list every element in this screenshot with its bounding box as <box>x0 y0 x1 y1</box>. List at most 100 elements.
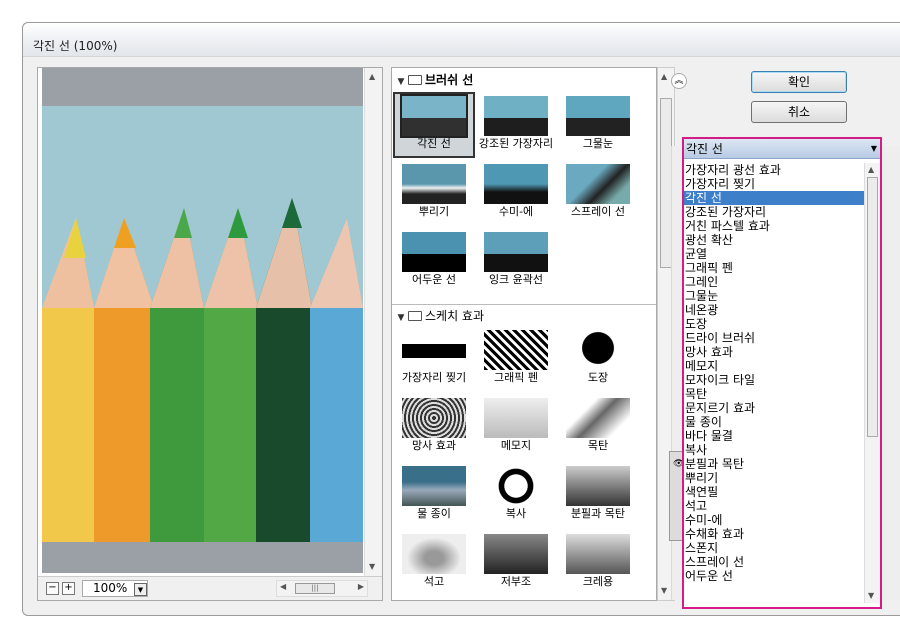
filter-gallery-window: 각진 선 (100%) ▲ ▼ − + 100% ▼ ◀ ||| ▶ ▼ 브러쉬… <box>22 22 900 616</box>
thumbnail-image <box>566 466 630 506</box>
thumbnail-image <box>566 164 630 204</box>
thumbnail-image <box>484 330 548 370</box>
filter-option[interactable]: 가장자리 찢기 <box>684 177 864 191</box>
filter-option[interactable]: 바다 물결 <box>684 429 864 443</box>
ok-button[interactable]: 확인 <box>751 71 847 93</box>
thumb-charcoal[interactable]: 목탄 <box>557 398 639 452</box>
thumb-dark-strokes[interactable]: 어두운 선 <box>393 232 475 286</box>
filter-option[interactable]: 네온광 <box>684 303 864 317</box>
filter-select[interactable]: 각진 선 ▼ <box>684 139 880 159</box>
scroll-down-icon[interactable]: ▼ <box>868 591 874 600</box>
thumb-halftone[interactable]: 망사 효과 <box>393 398 475 452</box>
category-header-brush[interactable]: ▼ 브러쉬 선 <box>394 70 654 90</box>
filter-option[interactable]: 물 종이 <box>684 415 864 429</box>
scroll-right-icon[interactable]: ▶ <box>358 582 364 591</box>
filter-option[interactable]: 망사 효과 <box>684 345 864 359</box>
thumb-sprayed-strokes[interactable]: 스프레이 선 <box>557 164 639 218</box>
title-bar: 각진 선 (100%) <box>23 23 900 57</box>
scroll-down-icon[interactable]: ▼ <box>661 586 667 595</box>
filter-option[interactable]: 석고 <box>684 499 864 513</box>
scroll-up-icon[interactable]: ▲ <box>661 72 667 81</box>
cancel-button[interactable]: 취소 <box>751 101 847 123</box>
filter-list-scrollbar[interactable]: ▲ ▼ <box>864 163 880 603</box>
preview-vertical-scrollbar[interactable]: ▲ ▼ <box>364 68 382 576</box>
thumb-label: 강조된 가장자리 <box>478 137 554 150</box>
filter-option[interactable]: 광선 확산 <box>684 233 864 247</box>
filter-option[interactable]: 문지르기 효과 <box>684 401 864 415</box>
thumbnail-image <box>402 330 466 370</box>
thumb-bas-relief[interactable]: 저부조 <box>475 534 557 588</box>
scroll-left-icon[interactable]: ◀ <box>280 582 286 591</box>
thumb-label: 스프레이 선 <box>570 205 626 218</box>
filter-option[interactable]: 그래픽 펜 <box>684 261 864 275</box>
thumb-conte-crayon[interactable]: 크레용 <box>557 534 639 588</box>
thumbnail-image <box>566 330 630 370</box>
scroll-up-icon[interactable]: ▲ <box>369 72 375 81</box>
thumbnail-image <box>402 232 466 272</box>
chevron-down-icon[interactable]: ▼ <box>871 139 877 159</box>
horizontal-scroll-thumb[interactable]: ||| <box>295 583 335 594</box>
filter-list-scroll-thumb[interactable] <box>867 177 878 437</box>
filter-option[interactable]: 복사 <box>684 443 864 457</box>
thumb-angled-strokes[interactable]: 각진 선 <box>393 94 475 150</box>
filter-option[interactable]: 수채화 효과 <box>684 527 864 541</box>
thumb-accented-edges[interactable]: 강조된 가장자리 <box>475 96 557 150</box>
thumb-label: 가장자리 찢기 <box>401 371 467 384</box>
thumb-label: 크레용 <box>582 575 614 588</box>
filter-option[interactable]: 도장 <box>684 317 864 331</box>
thumb-crosshatch[interactable]: 그물눈 <box>557 96 639 150</box>
filter-option[interactable]: 스프레이 선 <box>684 555 864 569</box>
filter-option[interactable]: 거친 파스텔 효과 <box>684 219 864 233</box>
thumb-note-paper[interactable]: 메모지 <box>475 398 557 452</box>
zoom-dropdown-button[interactable]: ▼ <box>134 583 147 596</box>
filter-option[interactable]: 드라이 브러쉬 <box>684 331 864 345</box>
thumb-photocopy[interactable]: 복사 <box>475 466 557 520</box>
filter-option[interactable]: 분필과 목탄 <box>684 457 864 471</box>
preview-image[interactable] <box>42 68 363 573</box>
category-label: 브러쉬 선 <box>425 73 474 87</box>
filter-option[interactable]: 스폰지 <box>684 541 864 555</box>
filter-option[interactable]: 그레인 <box>684 275 864 289</box>
filter-option[interactable]: 그물눈 <box>684 289 864 303</box>
expand-triangle-icon[interactable]: ▼ <box>394 308 408 328</box>
filter-option[interactable]: 각진 선 <box>684 191 864 205</box>
filter-option[interactable]: 균열 <box>684 247 864 261</box>
filter-option[interactable]: 모자이크 타일 <box>684 373 864 387</box>
scroll-down-icon[interactable]: ▼ <box>369 562 375 571</box>
thumb-plaster[interactable]: 석고 <box>393 534 475 588</box>
filter-option[interactable]: 메모지 <box>684 359 864 373</box>
collapse-gallery-icon[interactable]: ︽ <box>671 73 687 89</box>
thumb-stamp[interactable]: 도장 <box>557 330 639 384</box>
filter-option[interactable]: 강조된 가장자리 <box>684 205 864 219</box>
filter-option[interactable]: 수미-에 <box>684 513 864 527</box>
folder-icon <box>408 75 422 85</box>
thumbnail-image <box>484 534 548 574</box>
thumb-water-paper[interactable]: 물 종이 <box>393 466 475 520</box>
thumb-label: 물 종이 <box>417 507 451 520</box>
filter-option[interactable]: 목탄 <box>684 387 864 401</box>
thumb-torn-edges[interactable]: 가장자리 찢기 <box>393 330 475 384</box>
window-title: 각진 선 (100%) <box>33 39 118 53</box>
thumb-ink-outlines[interactable]: 잉크 윤곽선 <box>475 232 557 286</box>
scroll-up-icon[interactable]: ▲ <box>868 165 874 174</box>
zoom-out-button[interactable]: − <box>46 582 59 595</box>
thumbnail-image <box>566 534 630 574</box>
thumb-label: 그래픽 펜 <box>494 371 538 384</box>
thumb-graphic-pen[interactable]: 그래픽 펜 <box>475 330 557 384</box>
thumb-label: 각진 선 <box>417 137 451 150</box>
thumbnail-image <box>566 96 630 136</box>
zoom-in-button[interactable]: + <box>62 582 75 595</box>
thumb-spatter[interactable]: 뿌리기 <box>393 164 475 218</box>
filter-option[interactable]: 뿌리기 <box>684 471 864 485</box>
preview-horizontal-scrollbar[interactable]: ◀ ||| ▶ <box>276 580 368 597</box>
filter-option[interactable]: 가장자리 광선 효과 <box>684 163 864 177</box>
thumb-chalk-charcoal[interactable]: 분필과 목탄 <box>557 466 639 520</box>
filter-option[interactable]: 색연필 <box>684 485 864 499</box>
thumb-sumi-e[interactable]: 수미-에 <box>475 164 557 218</box>
expand-triangle-icon[interactable]: ▼ <box>394 72 408 92</box>
thumbnail-image <box>402 164 466 204</box>
thumb-label: 그물눈 <box>582 137 614 150</box>
filter-option[interactable]: 어두운 선 <box>684 569 864 583</box>
category-header-sketch[interactable]: ▼ 스케치 효과 <box>394 306 654 326</box>
filter-options-list[interactable]: 가장자리 광선 효과 가장자리 찢기 각진 선 강조된 가장자리 거친 파스텔 효과 광선… <box>684 163 864 603</box>
